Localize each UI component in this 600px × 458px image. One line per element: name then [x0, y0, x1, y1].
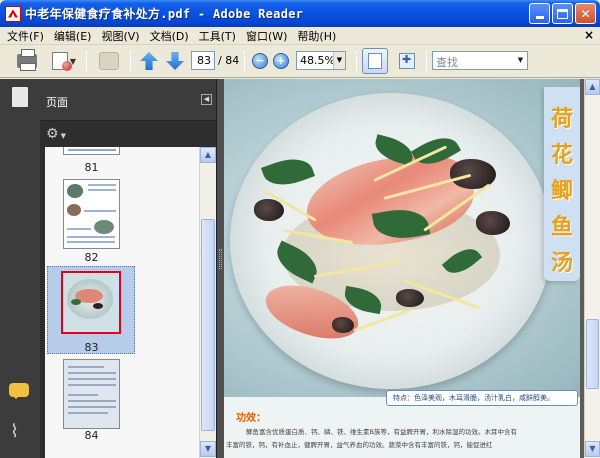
- scroll-up-button[interactable]: ▲: [585, 79, 600, 95]
- toolbar-separator: [426, 51, 427, 71]
- scroll-thumb[interactable]: [201, 219, 215, 431]
- scroll-down-button[interactable]: ▼: [200, 441, 216, 457]
- pdf-page: 荷 花 鲫 鱼 汤 特点：色泽美观，木耳滑脆，汤汁乳白，咸鲜醇美。 功效： 鲫鱼…: [224, 79, 580, 458]
- adobe-reader-icon[interactable]: [5, 5, 21, 22]
- panel-splitter[interactable]: [216, 79, 224, 458]
- toolbar-separator: [244, 51, 245, 71]
- close-window-button[interactable]: ✕: [575, 3, 596, 24]
- search-placeholder: 查找: [436, 56, 458, 69]
- menu-bar: 文件(F) 编辑(E) 视图(V) 文档(D) 工具(T) 窗口(W) 帮助(H…: [0, 27, 600, 45]
- window-controls: ✕: [529, 3, 596, 24]
- document-view[interactable]: 荷 花 鲫 鱼 汤 特点：色泽美观，木耳滑脆，汤汁乳白，咸鲜醇美。 功效： 鲫鱼…: [224, 79, 584, 458]
- thumbnail-image: [61, 271, 121, 334]
- body-text-line: 丰富的铁，钙，有补血止，健脾开胃，益气养血的功效。蔬菜中含有丰富的铁，钙，能促进…: [226, 441, 493, 449]
- zoom-level-select[interactable]: 48.5% ▼: [296, 51, 346, 70]
- previous-page-button[interactable]: [138, 50, 160, 72]
- chevron-down-icon: ▼: [333, 52, 345, 69]
- arrow-up-icon: [140, 52, 158, 70]
- window-title: 中老年保健食疗食补处方.pdf - Adobe Reader: [25, 7, 304, 21]
- menu-view[interactable]: 视图(V): [96, 28, 144, 44]
- body-text-line: 鲫鱼富含优质蛋白质、钙、磷、铁、维生素B族等，有益脾开胃，利水除湿的功效。木耳中…: [246, 428, 517, 436]
- menu-edit[interactable]: 编辑(E): [49, 28, 97, 44]
- edit-document-button[interactable]: ▼: [48, 50, 80, 72]
- next-page-button[interactable]: [164, 50, 186, 72]
- chevron-down-icon: ▼: [60, 132, 66, 140]
- thumbnail-label: 81: [84, 161, 99, 174]
- toolbar-separator: [356, 51, 357, 71]
- maximize-button[interactable]: [552, 3, 573, 24]
- maximize-icon: [557, 8, 568, 19]
- toolbar-separator: [130, 51, 131, 71]
- menu-document[interactable]: 文档(D): [145, 28, 194, 44]
- thumbnail-image: [63, 359, 120, 429]
- minimize-button[interactable]: [529, 3, 550, 24]
- scroll-up-button[interactable]: ▲: [200, 147, 216, 163]
- thumbnail-list: 81 82 83 84: [45, 147, 199, 458]
- thumbnail-image: [63, 179, 120, 249]
- comment-button-disabled: [96, 50, 122, 72]
- chevron-down-icon: ▼: [517, 56, 524, 64]
- dish-title-char: 花: [550, 142, 573, 168]
- fit-width-icon: [399, 53, 415, 69]
- minimize-icon: [535, 16, 544, 19]
- fit-page-button[interactable]: [362, 48, 388, 74]
- panel-collapse-button[interactable]: ◀: [201, 94, 212, 105]
- efficacy-label: 功效：: [236, 413, 266, 424]
- dish-title-ribbon: 荷 花 鲫 鱼 汤: [544, 87, 580, 281]
- menu-file[interactable]: 文件(F): [0, 28, 49, 44]
- menu-window[interactable]: 窗口(W): [241, 28, 292, 44]
- comment-disabled-icon: [99, 52, 119, 70]
- fit-page-icon: [368, 53, 382, 69]
- document-scrollbar[interactable]: ▲ ▼: [584, 79, 600, 458]
- document-edit-icon: [51, 52, 72, 71]
- thumbnail-label: 82: [84, 251, 99, 264]
- attachments-icon[interactable]: ⌇: [10, 421, 26, 443]
- panel-header: 页面 ◀: [40, 79, 216, 121]
- dish-title-char: 鱼: [550, 214, 573, 240]
- printer-icon: [17, 49, 37, 71]
- page-number-input[interactable]: 83: [191, 51, 215, 70]
- zoom-in-icon: +: [273, 53, 289, 69]
- page-total: / 84: [218, 54, 240, 67]
- pages-panel: 页面 ◀ ⚙ ▼ 81 82 83 84 ▲ ▼: [40, 79, 216, 458]
- close-icon: ✕: [580, 6, 591, 21]
- search-input[interactable]: 查找 ▼: [432, 51, 528, 70]
- fit-width-button[interactable]: [396, 50, 418, 72]
- title-bar: 中老年保健食疗食补处方.pdf - Adobe Reader ✕: [0, 0, 600, 27]
- fungus-illustration: [476, 211, 510, 235]
- dish-photo: 荷 花 鲫 鱼 汤: [224, 79, 580, 397]
- dish-title-char: 鲫: [550, 178, 573, 204]
- fungus-illustration: [396, 289, 424, 307]
- menu-tools[interactable]: 工具(T): [194, 28, 241, 44]
- dish-title-char: 荷: [550, 106, 573, 132]
- panel-title: 页面: [46, 96, 68, 109]
- dish-caption: 特点：色泽美观，木耳滑脆，汤汁乳白，咸鲜醇美。: [386, 390, 578, 406]
- zoom-out-icon: −: [252, 53, 268, 69]
- splitter-grip: [219, 249, 222, 269]
- print-button[interactable]: [14, 49, 40, 72]
- panel-options-button[interactable]: ⚙ ▼: [46, 126, 66, 142]
- comments-icon[interactable]: [9, 383, 29, 399]
- dish-title-char: 汤: [550, 250, 573, 276]
- zoom-in-button[interactable]: +: [272, 50, 290, 72]
- gear-icon: ⚙: [46, 126, 59, 142]
- toolbar-separator: [86, 51, 87, 71]
- zoom-out-button[interactable]: −: [251, 50, 269, 72]
- scroll-down-button[interactable]: ▼: [585, 441, 600, 457]
- scroll-thumb[interactable]: [586, 319, 599, 389]
- close-document-button[interactable]: ×: [584, 28, 594, 42]
- thumbnail-label: 84: [84, 429, 99, 442]
- thumbnail-image: [63, 147, 120, 155]
- thumbnail-label: 83: [84, 341, 99, 354]
- fungus-illustration: [254, 199, 284, 221]
- pages-icon[interactable]: [9, 87, 28, 110]
- toolbar: ▼ 83 / 84 − + 48.5% ▼ 查找 ▼: [0, 45, 600, 78]
- arrow-down-icon: [166, 52, 184, 70]
- zoom-level-value: 48.5%: [300, 54, 335, 67]
- fungus-illustration: [332, 317, 354, 333]
- navigation-strip: ⌇: [0, 79, 40, 458]
- menu-help[interactable]: 帮助(H): [292, 28, 341, 44]
- thumbnail-scrollbar[interactable]: ▲ ▼: [199, 147, 216, 458]
